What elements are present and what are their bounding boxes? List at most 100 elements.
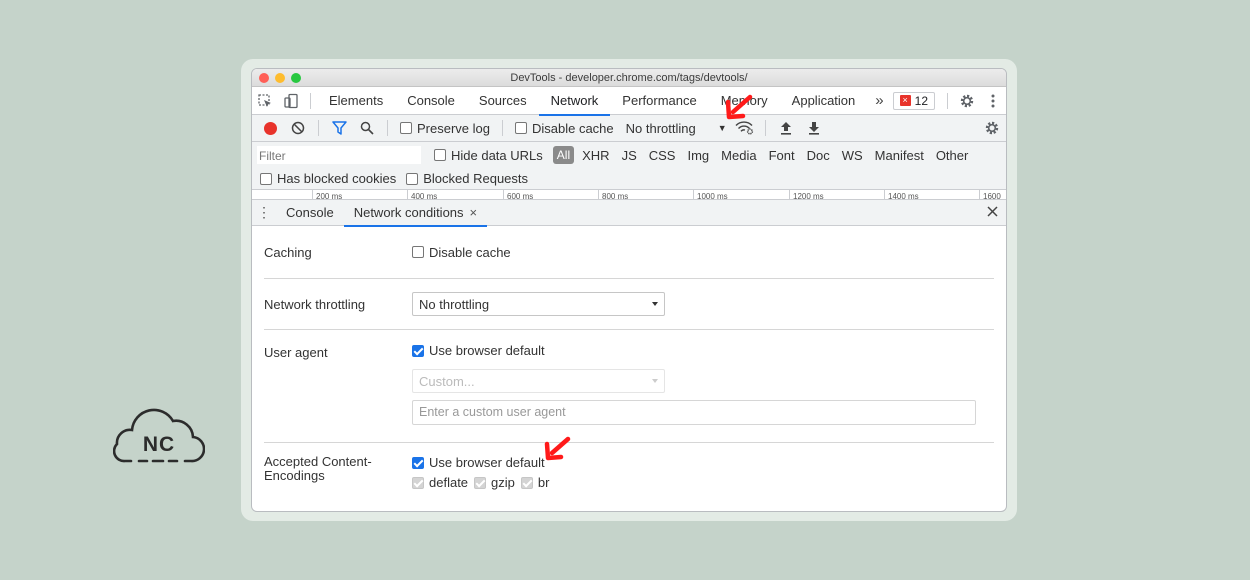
- encoding-br-checkbox[interactable]: br: [520, 475, 550, 490]
- download-icon: [808, 122, 819, 135]
- issues-counter[interactable]: × 12: [892, 91, 935, 110]
- upload-icon: [780, 122, 791, 135]
- drawer-tab-network-conditions[interactable]: Network conditions ×: [343, 200, 488, 227]
- type-filter-manifest[interactable]: Manifest: [871, 146, 928, 165]
- export-har-button[interactable]: [800, 115, 828, 141]
- settings-gear-icon[interactable]: [954, 88, 980, 114]
- custom-select-value: Custom...: [419, 373, 475, 389]
- tab-elements[interactable]: Elements: [317, 87, 395, 115]
- ruler-tick: 1400 ms: [884, 190, 919, 199]
- ruler-tick: 400 ms: [407, 190, 437, 199]
- network-settings-button[interactable]: [978, 115, 1006, 141]
- close-window-button[interactable]: [259, 73, 269, 83]
- type-filter-xhr[interactable]: XHR: [578, 146, 613, 165]
- tab-console[interactable]: Console: [395, 87, 467, 115]
- type-filter-ws[interactable]: WS: [838, 146, 867, 165]
- toolbar-divider: [501, 120, 503, 136]
- disable-cache-checkbox[interactable]: Disable cache: [514, 121, 614, 136]
- custom-user-agent-select[interactable]: Custom...: [412, 369, 665, 393]
- checkbox-box: [400, 122, 412, 134]
- type-filter-css[interactable]: CSS: [645, 146, 680, 165]
- ruler-tick: 200 ms: [312, 190, 342, 199]
- throttling-dropdown[interactable]: No throttling ▼: [626, 121, 727, 136]
- encodings-label-line2: Encodings: [264, 468, 325, 483]
- drawer-menu-icon[interactable]: ⋮: [252, 204, 276, 221]
- encoding-label: br: [537, 475, 550, 490]
- annotation-arrow-icon: [725, 94, 753, 120]
- type-filter-media[interactable]: Media: [717, 146, 760, 165]
- close-drawer-icon[interactable]: [987, 204, 998, 221]
- has-blocked-cookies-checkbox[interactable]: Has blocked cookies: [260, 171, 396, 186]
- filter-bar: Filter Hide data URLs All XHR JS CSS Img…: [252, 142, 1006, 168]
- ua-browser-default-label: Use browser default: [429, 343, 545, 358]
- nc-cloud-logo-icon: NC: [113, 408, 205, 463]
- preserve-log-checkbox[interactable]: Preserve log: [400, 121, 490, 136]
- clear-icon: [291, 121, 305, 135]
- drawer-tab-console[interactable]: Console: [276, 200, 344, 226]
- toolbar-divider: [764, 120, 766, 136]
- close-tab-icon[interactable]: ×: [470, 205, 478, 220]
- ruler-tick: 1200 ms: [789, 190, 824, 199]
- maximize-window-button[interactable]: [291, 73, 301, 83]
- checkbox-box: [412, 456, 424, 469]
- window-controls: [259, 73, 301, 83]
- toolbar-divider: [387, 120, 388, 136]
- error-icon: ×: [899, 95, 911, 106]
- filter-input[interactable]: Filter: [256, 145, 422, 165]
- encodings-label: Accepted Content- Encodings: [264, 443, 412, 507]
- checkbox-box: [412, 246, 424, 258]
- clear-button[interactable]: [284, 115, 312, 141]
- tab-network[interactable]: Network: [538, 87, 611, 116]
- encodings-label-line1: Accepted Content-: [264, 454, 372, 469]
- device-toolbar-icon[interactable]: [278, 88, 304, 114]
- main-tab-bar: Elements Console Sources Network Perform…: [252, 87, 1006, 116]
- tab-performance[interactable]: Performance: [610, 87, 708, 115]
- type-filter-js[interactable]: JS: [618, 146, 641, 165]
- blocked-requests-checkbox[interactable]: Blocked Requests: [406, 171, 528, 186]
- hide-data-urls-checkbox[interactable]: Hide data URLs: [434, 148, 543, 163]
- title-bar: DevTools - developer.chrome.com/tags/dev…: [252, 69, 1006, 87]
- chevron-down-icon: [652, 379, 658, 383]
- type-filter-font[interactable]: Font: [765, 146, 799, 165]
- checkbox-box: [520, 476, 533, 489]
- tab-sources[interactable]: Sources: [467, 87, 539, 115]
- customize-menu-icon[interactable]: [980, 88, 1006, 114]
- network-conditions-panel: Caching Disable cache Network throttling…: [252, 226, 1006, 507]
- import-har-button[interactable]: [772, 115, 800, 141]
- tab-application[interactable]: Application: [780, 87, 868, 115]
- window-title: DevTools - developer.chrome.com/tags/dev…: [510, 72, 748, 84]
- checkbox-box: [412, 476, 424, 489]
- ruler-tick: 1600 ms: [979, 190, 1006, 199]
- type-filter-other[interactable]: Other: [932, 146, 973, 165]
- encoding-deflate-checkbox[interactable]: deflate: [412, 475, 468, 490]
- encoding-gzip-checkbox[interactable]: gzip: [474, 475, 515, 490]
- type-filter-doc[interactable]: Doc: [803, 146, 834, 165]
- checkbox-box: [514, 122, 527, 134]
- inspect-element-icon[interactable]: [252, 88, 278, 114]
- user-agent-label: User agent: [264, 345, 328, 360]
- search-button[interactable]: [353, 115, 381, 141]
- more-tabs-icon[interactable]: »: [867, 92, 891, 109]
- blocked-requests-label: Blocked Requests: [423, 171, 529, 186]
- ruler-tick: 800 ms: [598, 190, 628, 199]
- custom-user-agent-input[interactable]: Enter a custom user agent: [412, 400, 976, 425]
- checkbox-box: [434, 149, 446, 161]
- chevron-down-icon: [652, 302, 658, 306]
- throttling-select-value: No throttling: [419, 296, 490, 312]
- chevron-down-icon: ▼: [717, 123, 727, 133]
- type-filter-img[interactable]: Img: [683, 146, 713, 165]
- filter-button[interactable]: [325, 115, 353, 141]
- network-toolbar: Preserve log Disable cache No throttling…: [252, 115, 1006, 142]
- nc-disable-cache-checkbox[interactable]: Disable cache: [412, 245, 994, 260]
- throttling-label: Network throttling: [264, 296, 366, 312]
- throttling-select[interactable]: No throttling: [412, 292, 665, 316]
- checkbox-box: [260, 172, 272, 185]
- wifi-settings-icon: [735, 121, 753, 135]
- record-button[interactable]: [256, 115, 284, 141]
- enc-browser-default-checkbox[interactable]: Use browser default: [412, 455, 994, 470]
- ua-browser-default-checkbox[interactable]: Use browser default: [412, 343, 994, 358]
- checkbox-box: [474, 476, 487, 489]
- type-filter-all[interactable]: All: [552, 146, 575, 164]
- minimize-window-button[interactable]: [275, 73, 285, 83]
- search-icon: [360, 121, 374, 135]
